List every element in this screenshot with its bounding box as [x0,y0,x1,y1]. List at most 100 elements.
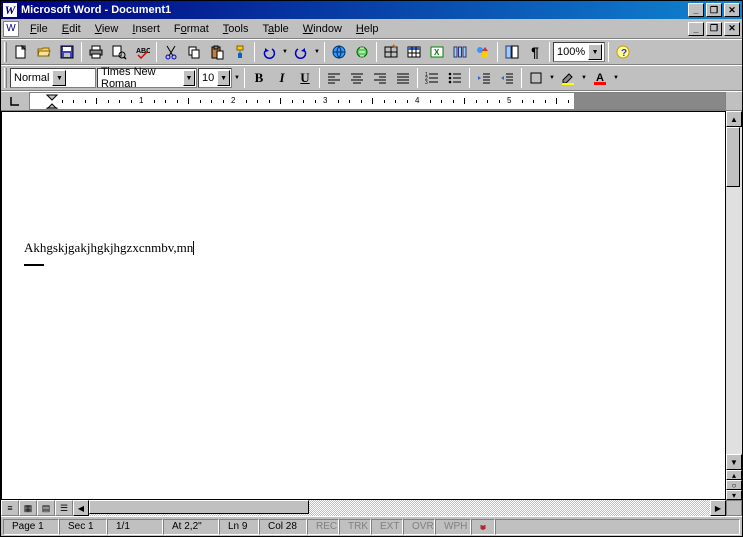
outline-view-button[interactable]: ☰ [55,500,73,516]
horizontal-ruler[interactable]: 1234567 [29,92,726,110]
justify-button[interactable] [392,67,414,89]
copy-button[interactable] [183,41,205,63]
increase-indent-button[interactable] [496,67,518,89]
undo-dropdown[interactable]: ▼ [281,43,289,61]
scroll-left-button[interactable]: ◀ [73,500,89,516]
normal-view-button[interactable]: ≡ [1,500,19,516]
font-size-combo[interactable]: 10▼ [198,68,232,88]
toolbar-grip[interactable] [4,42,7,62]
scroll-right-button[interactable]: ▶ [710,500,726,516]
menu-edit[interactable]: Edit [55,21,88,37]
status-wph[interactable]: WPH [435,519,471,535]
page-surface[interactable]: Akhgskjgakjhgkjhgzxcnmbv,mn [1,111,726,500]
tab-selector[interactable] [1,92,29,110]
zoom-combo[interactable]: 100%▼ [553,42,605,62]
close-button[interactable]: ✕ [724,3,740,17]
highlight-button[interactable] [557,67,579,89]
vscroll-thumb[interactable] [726,127,740,187]
status-ext[interactable]: EXT [371,519,403,535]
ruler-row: 1234567 [1,91,742,111]
tables-borders-button[interactable] [380,41,402,63]
status-at: At 2,2" [163,519,219,535]
show-hide-button[interactable]: ¶ [524,41,546,63]
font-color-dropdown[interactable]: ▼ [612,69,620,87]
undo-button[interactable] [258,41,280,63]
font-color-button[interactable]: A [589,67,611,89]
mdi-minimize-button[interactable]: _ [688,22,704,36]
menu-table[interactable]: Table [255,21,295,37]
format-painter-button[interactable] [229,41,251,63]
menu-file[interactable]: File [23,21,55,37]
menu-view[interactable]: View [88,21,126,37]
paste-button[interactable] [206,41,228,63]
redo-dropdown[interactable]: ▼ [313,43,321,61]
select-browse-button[interactable]: ○ [726,480,742,490]
online-layout-button[interactable]: ▦ [19,500,37,516]
minimize-button[interactable]: _ [688,3,704,17]
chevron-down-icon: ▼ [217,70,230,86]
align-left-button[interactable] [323,67,345,89]
hscroll-track[interactable] [89,500,710,516]
insert-hyperlink-button[interactable] [328,41,350,63]
document-map-button[interactable] [501,41,523,63]
browse-next-button[interactable]: ▾ [726,490,742,500]
status-book-icon[interactable] [471,519,495,535]
open-button[interactable] [33,41,55,63]
redo-button[interactable] [290,41,312,63]
spellcheck-button[interactable]: ABC [131,41,153,63]
scroll-down-button[interactable]: ▼ [726,454,742,470]
mdi-restore-button[interactable]: ❐ [706,22,722,36]
status-pages: 1/1 [107,519,163,535]
print-preview-button[interactable] [108,41,130,63]
horizontal-scrollbar[interactable]: ◀ ▶ [73,500,726,516]
hscroll-thumb[interactable] [89,500,309,514]
status-line: Ln 9 [219,519,259,535]
border-dropdown[interactable]: ▼ [548,69,556,87]
mdi-close-button[interactable]: ✕ [724,22,740,36]
maximize-button[interactable]: ❐ [706,3,722,17]
save-button[interactable] [56,41,78,63]
document-text[interactable]: Akhgskjgakjhgkjhgzxcnmbv,mn [24,240,194,256]
underline-button[interactable]: U [294,67,316,89]
page-layout-button[interactable]: ▤ [37,500,55,516]
vscroll-track[interactable] [726,127,742,454]
status-rec[interactable]: REC [307,519,339,535]
align-center-button[interactable] [346,67,368,89]
scroll-up-button[interactable]: ▲ [726,111,742,127]
cut-button[interactable] [160,41,182,63]
new-document-button[interactable] [10,41,32,63]
office-assistant-button[interactable]: ? [612,41,634,63]
style-combo[interactable]: Normal▼ [10,68,96,88]
bulleted-list-button[interactable] [444,67,466,89]
status-ovr[interactable]: OVR [403,519,435,535]
italic-button[interactable]: I [271,67,293,89]
align-right-button[interactable] [369,67,391,89]
menu-help[interactable]: Help [349,21,386,37]
menu-window[interactable]: Window [296,21,349,37]
font-value: Times New Roman [101,66,180,90]
numbered-list-button[interactable]: 123 [421,67,443,89]
status-trk[interactable]: TRK [339,519,371,535]
outside-border-button[interactable] [525,67,547,89]
document-mdi-icon[interactable]: W [3,21,19,37]
vertical-scrollbar[interactable]: ▲ ▼ ▴ ○ ▾ [726,111,742,500]
drawing-button[interactable] [472,41,494,63]
insert-table-button[interactable] [403,41,425,63]
font-combo[interactable]: Times New Roman▼ [97,68,197,88]
columns-button[interactable] [449,41,471,63]
chevron-down-icon[interactable]: ▼ [233,69,241,87]
indent-markers[interactable] [46,93,58,110]
window-title: Microsoft Word - Document1 [21,4,686,16]
status-spacer [495,519,740,535]
print-button[interactable] [85,41,107,63]
web-toolbar-button[interactable] [351,41,373,63]
decrease-indent-button[interactable] [473,67,495,89]
menu-format[interactable]: Format [167,21,216,37]
menu-insert[interactable]: Insert [125,21,167,37]
browse-prev-button[interactable]: ▴ [726,470,742,480]
highlight-dropdown[interactable]: ▼ [580,69,588,87]
menu-tools[interactable]: Tools [216,21,256,37]
insert-worksheet-button[interactable]: X [426,41,448,63]
bold-button[interactable]: B [248,67,270,89]
toolbar-grip[interactable] [4,68,7,88]
